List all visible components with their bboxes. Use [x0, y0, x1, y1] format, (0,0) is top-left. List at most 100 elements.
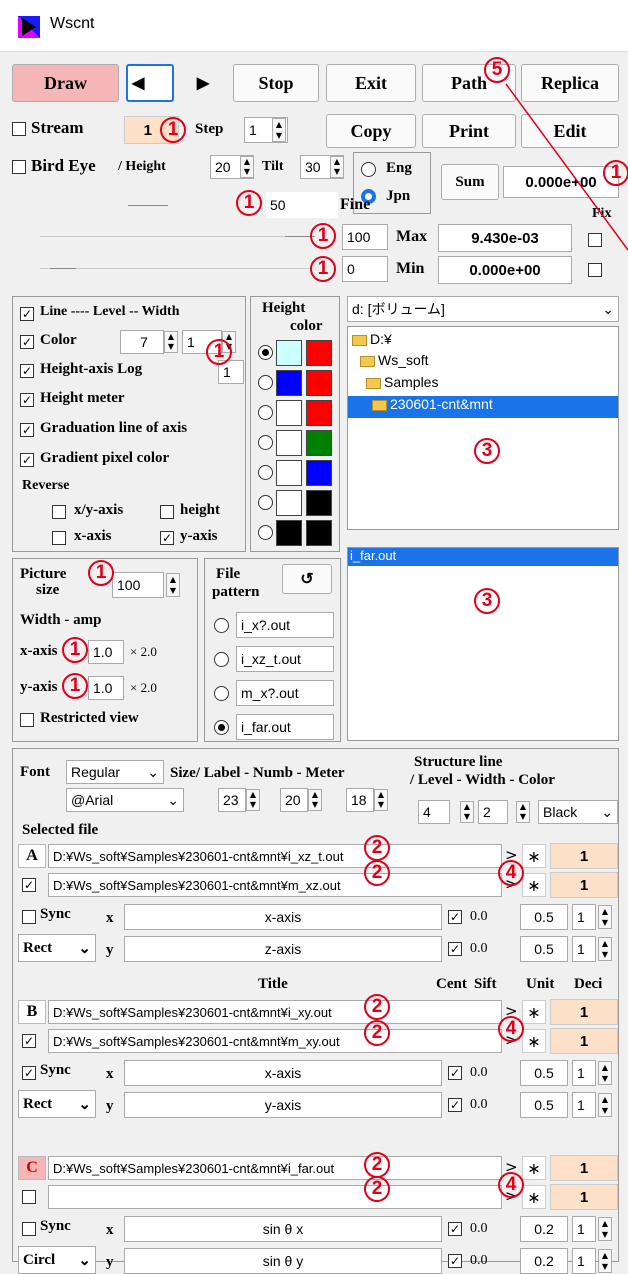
prev-button[interactable]: ◀	[126, 64, 174, 102]
max-track[interactable]	[40, 236, 290, 237]
pattern-item[interactable]: i_xz_t.out	[236, 646, 334, 672]
copy-button[interactable]: Copy	[326, 114, 416, 148]
step-spinner[interactable]: ▲ ▼	[272, 118, 286, 142]
pattern-item[interactable]: m_x?.out	[236, 680, 334, 706]
replica-button[interactable]: Replica	[521, 64, 619, 102]
drive-select[interactable]: d: [ボリューム] ⌄	[347, 296, 619, 322]
color-swatch[interactable]	[306, 460, 332, 486]
min-track[interactable]	[40, 268, 310, 269]
color-swatch[interactable]	[276, 340, 302, 366]
font-style-select[interactable]: Regular ⌄	[66, 760, 164, 784]
meter-size-spinner[interactable]: ▲ ▼	[374, 789, 388, 811]
x-axis-title-input[interactable]: sin θ x	[124, 1216, 442, 1242]
star-button[interactable]: ∗	[522, 844, 546, 868]
height-color-radio[interactable]	[258, 525, 273, 540]
pattern-radio[interactable]	[214, 618, 229, 633]
file-list[interactable]	[347, 547, 619, 741]
cent-checkbox[interactable]: ✓	[448, 1254, 462, 1268]
star-button[interactable]: ∗	[522, 1185, 546, 1209]
group-letter[interactable]: A	[18, 844, 46, 868]
x-axis-title-input[interactable]: x-axis	[124, 904, 442, 930]
star-button[interactable]: ∗	[522, 1029, 546, 1053]
birdeye-checkbox[interactable]	[12, 160, 26, 174]
pattern-item[interactable]: i_far.out	[236, 714, 334, 740]
file-item-selected[interactable]: i_far.out	[348, 548, 618, 566]
sift-input[interactable]: 0.5	[520, 1092, 568, 1118]
unit-spinner[interactable]: ▲ ▼	[598, 1093, 612, 1117]
color-level-spinner[interactable]: ▲ ▼	[164, 331, 178, 353]
sync-checkbox[interactable]	[22, 910, 36, 924]
file-path-input-2[interactable]: D:¥Ws_soft¥Samples¥230601-cnt&mnt¥m_xz.o…	[48, 873, 502, 897]
unit-spinner[interactable]: ▲ ▼	[598, 1217, 612, 1241]
fine-input[interactable]: 50	[266, 192, 338, 218]
shape-select[interactable]: Rect ⌄	[18, 934, 96, 962]
shape-select[interactable]: Circl ⌄	[18, 1246, 96, 1274]
pattern-item[interactable]: i_x?.out	[236, 612, 334, 638]
y-axis-title-input[interactable]: z-axis	[124, 936, 442, 962]
file-path-input-2[interactable]	[48, 1185, 502, 1209]
color-swatch[interactable]	[276, 460, 302, 486]
structure-color-select[interactable]: Black ⌄	[538, 800, 618, 824]
label-size-input[interactable]: 23	[218, 788, 246, 812]
file-path-input-2[interactable]: D:¥Ws_soft¥Samples¥230601-cnt&mnt¥m_xy.o…	[48, 1029, 502, 1053]
grad-checkbox[interactable]: ✓	[20, 423, 34, 437]
structure-level-input[interactable]: 4	[418, 800, 450, 824]
star-button[interactable]: ∗	[522, 1000, 546, 1024]
sift-input[interactable]: 0.2	[520, 1248, 568, 1274]
cent-checkbox[interactable]: ✓	[448, 1066, 462, 1080]
sum-button[interactable]: Sum	[441, 164, 499, 200]
picture-size-input[interactable]: 100	[112, 572, 164, 598]
height-color-radio[interactable]	[258, 375, 273, 390]
height-color-radio[interactable]	[258, 465, 273, 480]
pattern-radio[interactable]	[214, 652, 229, 667]
meter-checkbox[interactable]: ✓	[20, 393, 34, 407]
group-letter[interactable]: C	[18, 1156, 46, 1180]
unit-input[interactable]: 1	[572, 1248, 596, 1274]
overlay-checkbox[interactable]: ✓	[22, 1034, 36, 1048]
unit-spinner[interactable]: ▲ ▼	[598, 905, 612, 929]
reverse-height-checkbox[interactable]	[160, 505, 174, 519]
numb-size-input[interactable]: 20	[280, 788, 308, 812]
numb-size-spinner[interactable]: ▲ ▼	[308, 789, 322, 811]
color-swatch[interactable]	[276, 520, 302, 546]
gradient-checkbox[interactable]: ✓	[20, 453, 34, 467]
color-swatch[interactable]	[276, 370, 302, 396]
x-amp-input[interactable]: 1.0	[88, 640, 124, 664]
restricted-checkbox[interactable]	[20, 713, 34, 727]
sync-checkbox[interactable]: ✓	[22, 1066, 36, 1080]
color-swatch[interactable]	[306, 340, 332, 366]
unit-input[interactable]: 1	[572, 936, 596, 962]
unit-input[interactable]: 1	[572, 904, 596, 930]
tree-item-selected[interactable]: 230601-cnt&mnt	[348, 396, 618, 418]
star-button[interactable]: ∗	[522, 1156, 546, 1180]
color-checkbox[interactable]: ✓	[20, 335, 34, 349]
unit-spinner[interactable]: ▲ ▼	[598, 1249, 612, 1273]
pattern-radio[interactable]	[214, 686, 229, 701]
cent-checkbox[interactable]: ✓	[448, 942, 462, 956]
sift-input[interactable]: 0.5	[520, 904, 568, 930]
sift-input[interactable]: 0.5	[520, 1060, 568, 1086]
cent-checkbox[interactable]: ✓	[448, 1098, 462, 1112]
font-face-select[interactable]: @Arial ⌄	[66, 788, 184, 812]
unit-input[interactable]: 1	[572, 1216, 596, 1242]
shape-select[interactable]: Rect ⌄	[18, 1090, 96, 1118]
color-swatch[interactable]	[306, 370, 332, 396]
tree-item-ws-soft[interactable]: Ws_soft	[360, 352, 429, 368]
x-axis-title-input[interactable]: x-axis	[124, 1060, 442, 1086]
color-swatch[interactable]	[276, 490, 302, 516]
exit-button[interactable]: Exit	[326, 64, 416, 102]
sift-input[interactable]: 0.2	[520, 1216, 568, 1242]
min-input[interactable]: 0	[342, 256, 388, 282]
sift-input[interactable]: 0.5	[520, 936, 568, 962]
next-button[interactable]: ▶	[178, 64, 228, 102]
structure-width-input[interactable]: 2	[478, 800, 508, 824]
tree-item-samples[interactable]: Samples	[366, 374, 438, 390]
color-swatch[interactable]	[276, 430, 302, 456]
overlay-checkbox[interactable]	[22, 1190, 36, 1204]
reverse-y-checkbox[interactable]: ✓	[160, 531, 174, 545]
stream-checkbox[interactable]	[12, 122, 26, 136]
color-swatch[interactable]	[306, 520, 332, 546]
reverse-x-checkbox[interactable]	[52, 531, 66, 545]
y-amp-input[interactable]: 1.0	[88, 676, 124, 700]
height-color-radio[interactable]	[258, 405, 273, 420]
